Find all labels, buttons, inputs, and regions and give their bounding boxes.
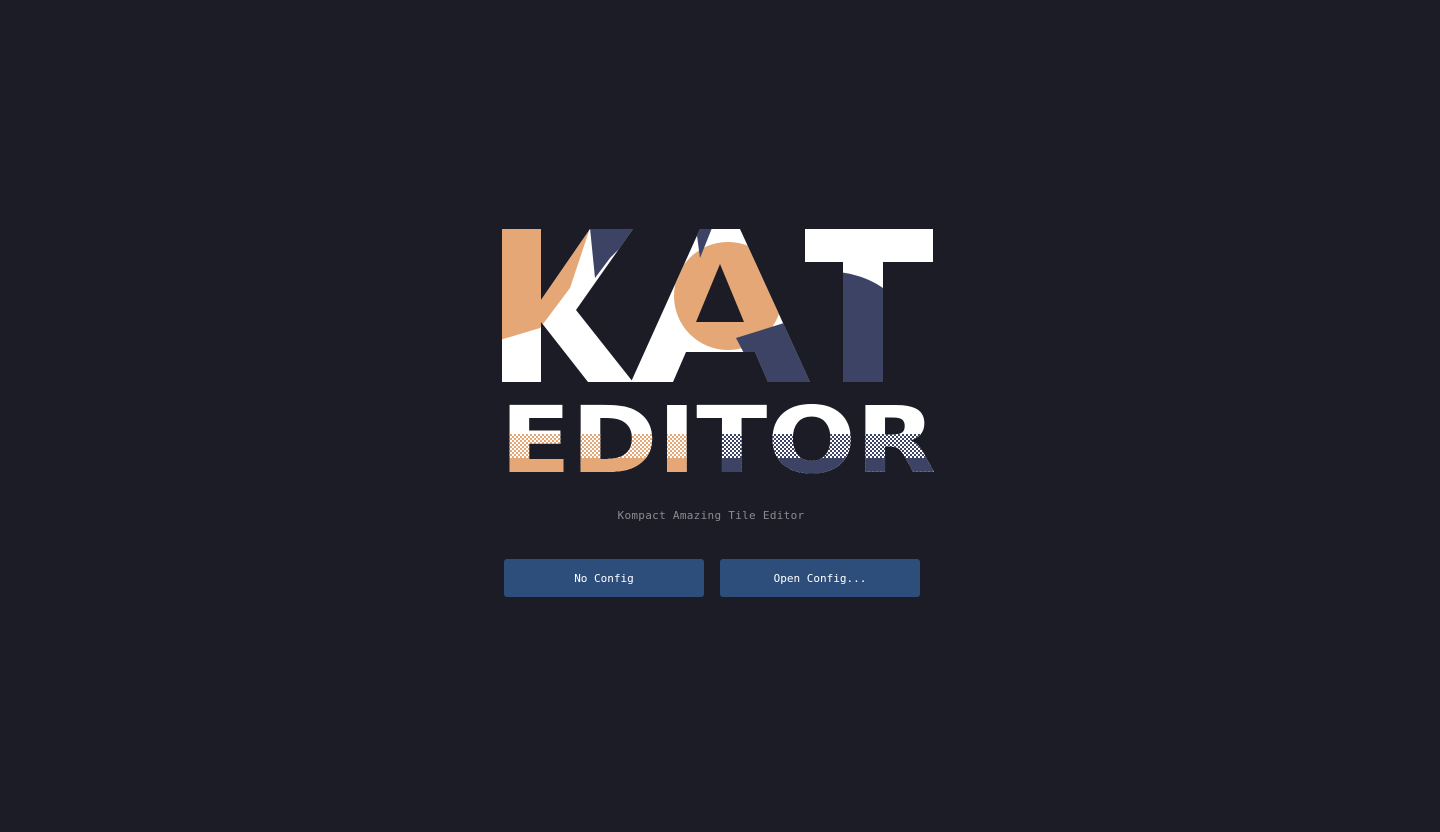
no-config-button[interactable]: No Config <box>504 559 704 597</box>
kat-editor-logo: EDITOR EDITOR EDITOR EDITOR <box>500 229 936 476</box>
open-config-button[interactable]: Open Config... <box>720 559 920 597</box>
start-screen: EDITOR EDITOR EDITOR EDITOR Kompact Amaz… <box>0 0 1440 832</box>
app-subtitle: Kompact Amazing Tile Editor <box>617 509 805 522</box>
